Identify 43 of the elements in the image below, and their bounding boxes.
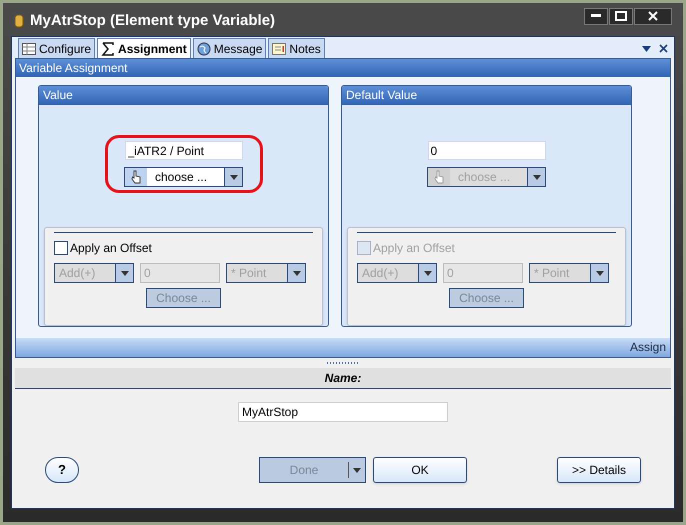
maximize-icon: [615, 11, 627, 21]
section-footer: Assign: [16, 338, 670, 357]
value-field[interactable]: 0: [428, 141, 546, 160]
caret-icon: [353, 468, 361, 472]
chooser-dropdown[interactable]: choose ...: [124, 167, 243, 187]
minimize-button[interactable]: [584, 8, 608, 24]
maximize-button[interactable]: [609, 8, 633, 24]
pointer-hand-icon: [434, 170, 444, 184]
close-button[interactable]: [634, 8, 672, 24]
caret-icon: [424, 270, 432, 276]
caret-icon: [120, 270, 128, 276]
tab[interactable]: Message: [192, 38, 266, 58]
tab[interactable]: Notes: [268, 38, 325, 58]
name-field[interactable]: MyAtrStop: [238, 402, 448, 422]
caret-icon: [596, 270, 604, 276]
group-title: Default Value: [342, 86, 631, 105]
window-title: MyAtrStop (Element type Variable): [30, 10, 276, 31]
globe-icon: [196, 42, 211, 56]
pointer-hand-icon: [131, 170, 141, 184]
offset-label: Apply an Offset: [373, 240, 455, 257]
table-icon: [22, 42, 36, 54]
close-icon: [648, 11, 658, 21]
group-title: Value: [39, 86, 328, 105]
minimize-icon: [591, 14, 601, 18]
close-icon[interactable]: [659, 44, 668, 53]
tab[interactable]: Configure: [18, 38, 96, 58]
section-header: Variable Assignment: [16, 59, 670, 77]
help-button[interactable]: ?: [45, 457, 79, 483]
dialog-button[interactable]: OK: [373, 457, 467, 483]
note-icon: [272, 42, 286, 54]
offset-label: Apply an Offset: [70, 240, 152, 257]
sigma-icon: [101, 42, 116, 56]
caret-icon: [230, 174, 238, 180]
name-header: Name:: [15, 368, 671, 389]
tab[interactable]: Assignment: [97, 38, 191, 58]
splitter-grip-icon[interactable]: [327, 362, 359, 364]
dropdown-arrow-icon[interactable]: [642, 46, 651, 52]
caret-icon: [532, 174, 540, 180]
cylinder-icon: [14, 14, 24, 28]
offset-checkbox[interactable]: [54, 241, 68, 255]
value-field[interactable]: _iATR2 / Point: [124, 141, 242, 160]
caret-icon: [292, 270, 300, 276]
dialog-button[interactable]: >> Details: [557, 457, 641, 483]
